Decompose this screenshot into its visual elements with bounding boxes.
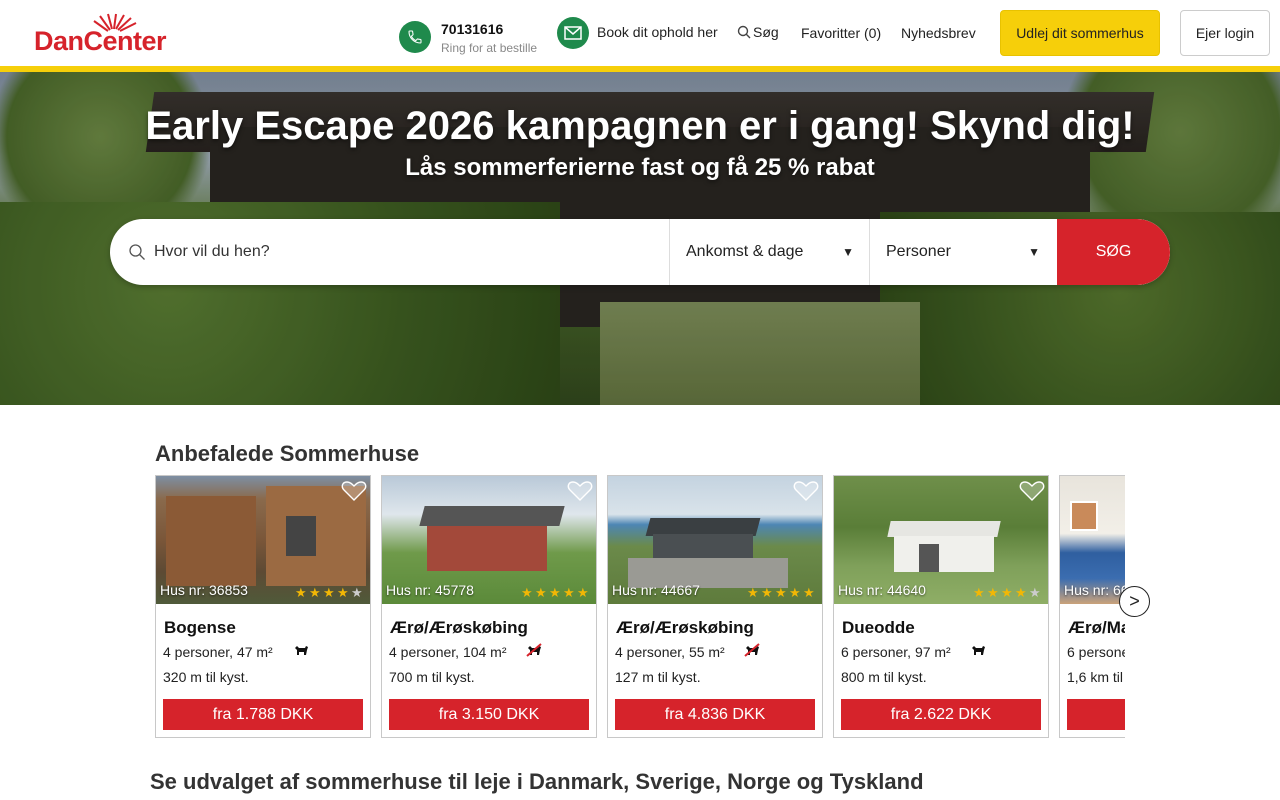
house-location: Ærø/Ma <box>1068 618 1125 637</box>
house-number: Hus nr: 44640 <box>838 582 926 598</box>
star-icon: ★ <box>973 585 985 600</box>
house-info: 6 persone <box>1067 644 1125 660</box>
persons-label: Personer <box>886 243 951 260</box>
dancenter-logo[interactable]: DanCenter <box>34 12 186 56</box>
no-pets-icon <box>744 643 760 657</box>
house-distance: 127 m til kyst. <box>615 669 701 685</box>
house-card[interactable]: Hus nr: 44640 ★ ★ ★ ★ ★ Dueodde 6 person… <box>833 475 1049 738</box>
rent-out-button[interactable]: Udlej dit sommerhus <box>1000 10 1160 56</box>
carousel-next-button[interactable]: > <box>1119 586 1150 617</box>
phone-icon[interactable] <box>399 21 431 53</box>
house-info: 4 personer, 47 m² <box>163 644 273 660</box>
nav-search-link[interactable]: Søg <box>737 24 779 40</box>
chevron-down-icon: ▼ <box>1028 245 1040 259</box>
hero-title: Early Escape 2026 kampagnen er i gang! S… <box>145 104 1135 148</box>
hero-banner: Early Escape 2026 kampagnen er i gang! S… <box>0 72 1280 405</box>
selection-heading: Se udvalget af sommerhuse til leje i Dan… <box>150 769 924 794</box>
star-icon: ★ <box>577 585 589 600</box>
star-icon: ★ <box>1029 585 1041 600</box>
destination-search[interactable] <box>110 219 669 285</box>
house-number: Hus nr: 44667 <box>612 582 700 598</box>
star-icon: ★ <box>775 585 787 600</box>
rating-stars: ★ ★ ★ ★ ★ <box>521 586 590 599</box>
star-icon: ★ <box>323 585 335 600</box>
logo-text: DanCenter <box>34 26 167 56</box>
persons-dropdown[interactable]: Personer ▼ <box>869 219 1057 285</box>
house-number: Hus nr: 66 <box>1064 582 1125 598</box>
recommended-carousel: Hus nr: 36853 ★ ★ ★ ★ ★ Bogense 4 person… <box>155 475 1125 739</box>
star-icon: ★ <box>337 585 349 600</box>
star-icon: ★ <box>803 585 815 600</box>
phone-number[interactable]: 70131616 <box>441 21 503 37</box>
star-icon: ★ <box>295 585 307 600</box>
house-distance: 800 m til kyst. <box>841 669 927 685</box>
house-info: 4 personer, 55 m² <box>615 644 725 660</box>
rating-stars: ★ ★ ★ ★ ★ <box>747 586 816 599</box>
house-info: 6 personer, 97 m² <box>841 644 951 660</box>
price-button[interactable]: fra 1.788 DKK <box>163 699 363 730</box>
price-button[interactable]: fr <box>1067 699 1125 730</box>
destination-input[interactable] <box>154 243 634 261</box>
house-card[interactable]: Hus nr: 36853 ★ ★ ★ ★ ★ Bogense 4 person… <box>155 475 371 738</box>
house-location: Bogense <box>164 618 236 637</box>
house-card[interactable]: Hus nr: 44667 ★ ★ ★ ★ ★ Ærø/Ærøskøbing 4… <box>607 475 823 738</box>
arrival-dropdown[interactable]: Ankomst & dage ▼ <box>669 219 869 285</box>
house-card[interactable]: Hus nr: 45778 ★ ★ ★ ★ ★ Ærø/Ærøskøbing 4… <box>381 475 597 738</box>
search-icon <box>129 244 145 260</box>
nav-newsletter-link[interactable]: Nyhedsbrev <box>901 25 976 41</box>
recommended-title: Anbefalede Sommerhuse <box>155 441 420 466</box>
star-icon: ★ <box>521 585 533 600</box>
house-distance: 320 m til kyst. <box>163 669 249 685</box>
owner-login-button[interactable]: Ejer login <box>1180 10 1270 56</box>
pets-allowed-icon <box>972 646 985 655</box>
no-pets-icon <box>526 643 542 657</box>
house-location: Ærø/Ærøskøbing <box>390 618 528 637</box>
book-stay-link[interactable]: Book dit ophold her <box>597 24 718 40</box>
rating-stars: ★ ★ ★ ★ ★ <box>295 586 364 599</box>
house-card[interactable]: Hus nr: 66 Ærø/Ma 6 persone 1,6 km til f… <box>1059 475 1125 738</box>
house-number: Hus nr: 45778 <box>386 582 474 598</box>
price-button[interactable]: fra 2.622 DKK <box>841 699 1041 730</box>
hero-subtitle: Lås sommerferierne fast og få 25 % rabat <box>405 154 875 181</box>
phone-subtext: Ring for at bestille <box>441 41 538 55</box>
house-distance: 1,6 km til <box>1067 669 1124 685</box>
star-icon: ★ <box>351 585 363 600</box>
star-icon: ★ <box>761 585 773 600</box>
favorite-heart-icon[interactable] <box>1019 480 1045 502</box>
search-icon <box>737 25 751 39</box>
nav-search-label: Søg <box>753 24 779 40</box>
star-icon: ★ <box>563 585 575 600</box>
star-icon: ★ <box>549 585 561 600</box>
price-button[interactable]: fra 4.836 DKK <box>615 699 815 730</box>
star-icon: ★ <box>789 585 801 600</box>
star-icon: ★ <box>747 585 759 600</box>
house-number: Hus nr: 36853 <box>160 582 248 598</box>
rating-stars: ★ ★ ★ ★ ★ <box>973 586 1042 599</box>
house-location: Dueodde <box>842 618 915 637</box>
chevron-down-icon: ▼ <box>842 245 854 259</box>
favorite-heart-icon[interactable] <box>341 480 367 502</box>
mail-icon[interactable] <box>557 17 589 49</box>
star-icon: ★ <box>987 585 999 600</box>
nav-favorites-link[interactable]: Favoritter (0) <box>801 25 881 41</box>
site-header: DanCenter 70131616 Ring for at bestille … <box>0 0 1280 66</box>
price-button[interactable]: fra 3.150 DKK <box>389 699 589 730</box>
pets-allowed-icon <box>295 646 308 655</box>
house-location: Ærø/Ærøskøbing <box>616 618 754 637</box>
star-icon: ★ <box>1001 585 1013 600</box>
search-button[interactable]: SØG <box>1057 219 1170 285</box>
arrival-label: Ankomst & dage <box>686 243 804 260</box>
search-bar: Ankomst & dage ▼ Personer ▼ SØG <box>110 219 1170 285</box>
star-icon: ★ <box>1015 585 1027 600</box>
favorite-heart-icon[interactable] <box>793 480 819 502</box>
star-icon: ★ <box>535 585 547 600</box>
favorite-heart-icon[interactable] <box>567 480 593 502</box>
house-distance: 700 m til kyst. <box>389 669 475 685</box>
star-icon: ★ <box>309 585 321 600</box>
house-info: 4 personer, 104 m² <box>389 644 507 660</box>
